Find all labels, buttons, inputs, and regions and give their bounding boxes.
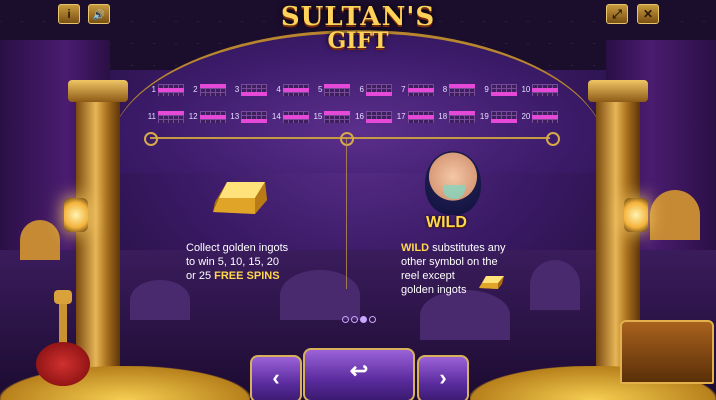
scatter-desc-prefix: or 25 — [186, 270, 215, 282]
game-screen: i 🔊 ⤢ ✕ SULTAN'S GIFT 1 2 3 4 5 6 7 8 9 10 11 12 13 1… — [0, 0, 716, 400]
payline-number: 17 — [396, 112, 406, 121]
gold-ingot-icon — [213, 182, 267, 214]
page-dot-1[interactable] — [342, 316, 349, 323]
payline-path — [449, 111, 476, 115]
speaker-icon: 🔊 — [92, 10, 106, 21]
payline-number: 5 — [317, 85, 323, 94]
payline-path — [199, 115, 226, 119]
prev-page-button[interactable]: ‹ — [250, 355, 302, 400]
payline-path — [407, 88, 434, 92]
game-logo: SULTAN'S GIFT — [270, 0, 446, 58]
wild-symbol-icon — [425, 151, 481, 215]
page-indicator — [342, 310, 378, 328]
payline-number: 9 — [484, 85, 489, 94]
payline-number: 12 — [188, 112, 198, 121]
payline-number: 1 — [151, 85, 156, 94]
payline-number: 10 — [521, 85, 531, 94]
fullscreen-icon: ⤢ — [612, 7, 622, 21]
wild-desc-rest: substitutes any — [429, 242, 506, 254]
payline-number: 6 — [359, 85, 364, 94]
payline-path — [449, 84, 476, 88]
small-gold-ingot-icon — [479, 276, 504, 289]
sound-button[interactable]: 🔊 — [88, 4, 110, 24]
payline-number: 14 — [271, 112, 281, 121]
divider-ornament-right — [546, 132, 560, 146]
vertical-divider — [346, 139, 347, 289]
fullscreen-button[interactable]: ⤢ — [606, 4, 628, 24]
page-dot-3[interactable] — [360, 316, 367, 323]
payline-number: 16 — [355, 112, 364, 121]
return-arrow-icon: ↩ — [349, 358, 369, 383]
page-dot-4[interactable] — [369, 316, 376, 323]
payline-number: 15 — [313, 112, 323, 121]
wild-title: WILD — [426, 214, 467, 231]
payline-path — [282, 115, 309, 119]
divider-ornament-left — [144, 132, 158, 146]
scatter-desc-line2: to win 5, 10, 15, 20 — [186, 256, 279, 268]
payline-number: 13 — [230, 112, 240, 121]
wild-desc-line3: reel except — [401, 270, 455, 282]
lantern-left — [64, 198, 88, 232]
payline-path — [407, 115, 434, 119]
back-to-game-button[interactable]: ↩ — [303, 348, 415, 400]
payline-number: 3 — [234, 85, 240, 94]
payline-number: 11 — [147, 112, 156, 121]
next-page-button[interactable]: › — [417, 355, 469, 400]
payline-number: 2 — [193, 85, 198, 94]
scatter-desc-line1: Collect golden ingots — [186, 242, 289, 254]
payline-path — [158, 88, 184, 92]
payline-number: 7 — [401, 85, 406, 94]
payline-path — [366, 119, 392, 123]
close-icon: ✕ — [642, 7, 654, 21]
chevron-left-icon: ‹ — [272, 365, 280, 390]
payline-path — [490, 92, 517, 96]
wild-highlight: WILD — [401, 242, 430, 254]
info-button[interactable]: i — [58, 4, 80, 24]
wild-desc-line1: WILD substitutes any — [401, 241, 506, 255]
treasure-chest — [620, 320, 714, 384]
payline-path — [532, 88, 559, 92]
payline-path — [324, 84, 351, 88]
payline-path — [158, 111, 184, 115]
free-spins-highlight: FREE SPINS — [214, 270, 280, 282]
payline-path — [532, 115, 559, 119]
payline-path — [282, 88, 309, 92]
logo-line2: GIFT — [327, 28, 389, 54]
payline-path — [366, 92, 392, 96]
payline-path — [490, 119, 517, 123]
scatter-desc-line3: or 25 FREE SPINS — [186, 269, 280, 283]
divider-ornament-center — [340, 132, 354, 146]
chevron-right-icon: › — [439, 365, 447, 390]
payline-path — [241, 119, 268, 123]
hookah — [28, 290, 98, 390]
payline-number: 4 — [276, 85, 281, 94]
wild-desc-line4: golden ingots — [401, 284, 467, 296]
payline-number: 8 — [442, 85, 448, 94]
lantern-right — [624, 198, 648, 232]
page-dot-2[interactable] — [351, 316, 358, 323]
payline-path — [199, 84, 226, 88]
close-button[interactable]: ✕ — [637, 4, 659, 24]
payline-number: 18 — [438, 112, 448, 121]
payline-path — [241, 92, 268, 96]
payline-path — [324, 111, 351, 115]
wild-desc-line2: other symbol on the — [401, 256, 498, 268]
payline-number: 19 — [479, 112, 489, 121]
payline-number: 20 — [521, 112, 531, 121]
